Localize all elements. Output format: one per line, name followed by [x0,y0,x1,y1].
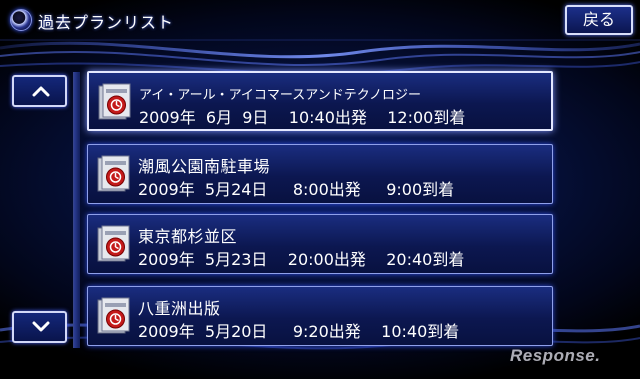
route-history-icon [97,155,130,192]
route-history-icon [97,225,130,262]
navigation-screen: 過去プランリスト 戻る アイ・アール・アイコマースアンドテクノロジー 2009年… [0,0,640,379]
route-history-icon [97,297,130,334]
plan-datetime: 2009年 5月24日 8:00出発 9:00到着 [138,180,455,199]
plan-list-item[interactable]: アイ・アール・アイコマースアンドテクノロジー 2009年 6月 9日 10:40… [87,71,553,131]
page-title: 過去プランリスト [38,13,175,32]
scroll-up-button[interactable] [12,75,67,107]
plan-destination: 潮風公園南駐車場 [138,157,271,176]
scrollbar-thumb[interactable] [74,72,80,348]
plan-destination: アイ・アール・アイコマースアンドテクノロジー [139,88,421,103]
plan-datetime: 2009年 6月 9日 10:40出発 12:00到着 [139,108,466,127]
plan-destination: 八重洲出版 [138,299,221,318]
plan-list-item[interactable]: 東京都杉並区 2009年 5月23日 20:00出発 20:40到着 [87,214,553,274]
plan-datetime: 2009年 5月20日 9:20出発 10:40到着 [138,322,460,341]
menu-orb-icon [10,9,32,31]
header-bar: 過去プランリスト 戻る [0,0,640,38]
watermark: Response. [510,346,601,365]
route-history-icon [98,83,131,120]
scrollbar-track[interactable] [73,72,80,348]
scroll-down-button[interactable] [12,311,67,343]
chevron-down-icon [32,321,50,332]
plan-list-item[interactable]: 八重洲出版 2009年 5月20日 9:20出発 10:40到着 [87,286,553,346]
back-button[interactable]: 戻る [565,5,633,35]
plan-destination: 東京都杉並区 [138,227,238,246]
chevron-up-icon [32,86,50,97]
plan-datetime: 2009年 5月23日 20:00出発 20:40到着 [138,250,465,269]
plan-list-item[interactable]: 潮風公園南駐車場 2009年 5月24日 8:00出発 9:00到着 [87,144,553,204]
